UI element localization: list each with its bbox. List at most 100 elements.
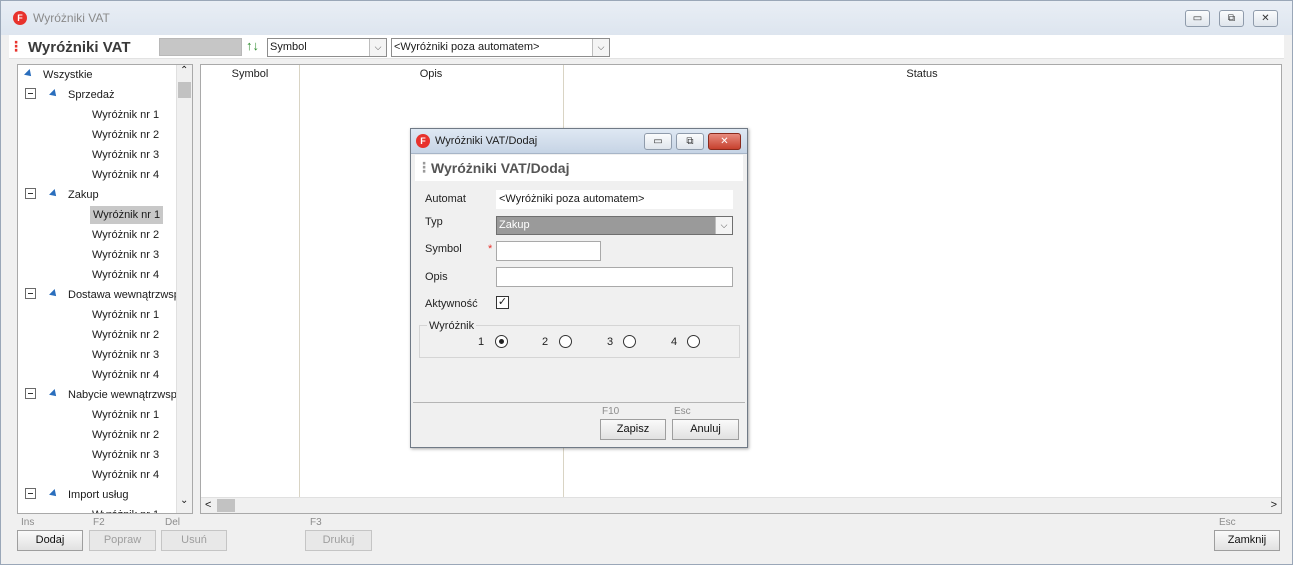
dialog-maximize-button[interactable]: ⧉ bbox=[676, 133, 704, 150]
wyroznik-option-label: 3 bbox=[607, 336, 614, 348]
chevron-down-icon: ⌵ bbox=[715, 217, 732, 234]
close-window-button[interactable]: Zamknij bbox=[1214, 530, 1280, 551]
scroll-left-icon[interactable]: < bbox=[205, 499, 211, 511]
minimize-button[interactable]: ▭ bbox=[1185, 10, 1210, 27]
tree-item[interactable]: Wyróżnik nr 1 bbox=[92, 406, 159, 424]
wyroznik-group-label: Wyróżnik bbox=[427, 320, 477, 332]
column-header-status[interactable]: Status bbox=[563, 65, 1281, 83]
filter-value: <Wyróżniki poza automatem> bbox=[394, 41, 540, 53]
close-button[interactable]: ✕ bbox=[1253, 10, 1278, 27]
tree-item[interactable]: Wyróżnik nr 1 bbox=[92, 106, 159, 124]
tree-scrollbar[interactable]: ⌃ ⌄ bbox=[176, 65, 192, 513]
tree-item[interactable]: Wyróżnik nr 2 bbox=[92, 126, 159, 144]
tree-item[interactable]: Wyróżnik nr 1 bbox=[92, 306, 159, 324]
edit-button[interactable]: Popraw bbox=[89, 530, 156, 551]
dialog-header: ⋮ Wyróżniki VAT/Dodaj bbox=[415, 155, 743, 181]
wyroznik-radio-4[interactable] bbox=[687, 335, 700, 348]
column-header-opis[interactable]: Opis bbox=[299, 65, 563, 83]
column-separator bbox=[299, 65, 300, 497]
chevron-down-icon: ⌵ bbox=[369, 39, 386, 56]
print-button[interactable]: Drukuj bbox=[305, 530, 372, 551]
tree-item[interactable]: Wyróżnik nr 2 bbox=[92, 426, 159, 444]
wyroznik-radio-2[interactable] bbox=[559, 335, 572, 348]
expand-triangle-icon[interactable] bbox=[49, 289, 59, 299]
tree-group-zakup[interactable]: Zakup bbox=[68, 186, 99, 204]
tree-item[interactable]: Wyróżnik nr 4 bbox=[92, 366, 159, 384]
collapse-icon[interactable] bbox=[25, 88, 36, 99]
tree-item[interactable]: Wyróżnik nr 3 bbox=[92, 146, 159, 164]
grid-horizontal-scrollbar[interactable]: < > bbox=[201, 497, 1281, 513]
tree-item[interactable]: Wyróżnik nr 1 bbox=[92, 506, 159, 513]
expand-triangle-icon[interactable] bbox=[49, 489, 59, 499]
expand-triangle-icon[interactable] bbox=[49, 189, 59, 199]
shortcut-hint-del: Del bbox=[165, 517, 181, 528]
dialog-title: Wyróżniki VAT/Dodaj bbox=[435, 135, 538, 147]
restore-icon: ⧉ bbox=[686, 136, 694, 147]
dialog-close-button[interactable]: ✕ bbox=[708, 133, 741, 150]
wyroznik-radio-3[interactable] bbox=[623, 335, 636, 348]
opis-input[interactable] bbox=[496, 267, 733, 287]
aktywnosc-label: Aktywność bbox=[425, 298, 478, 310]
tree-item[interactable]: Wyróżnik nr 3 bbox=[92, 246, 159, 264]
scroll-up-icon[interactable]: ⌃ bbox=[180, 65, 188, 76]
filter-select[interactable]: <Wyróżniki poza automatem> ⌵ bbox=[391, 38, 610, 57]
collapse-icon[interactable] bbox=[25, 388, 36, 399]
checkmark-icon: ✓ bbox=[497, 296, 508, 308]
dialog-divider bbox=[413, 402, 745, 403]
shortcut-hint-ins: Ins bbox=[21, 517, 35, 528]
drag-handle-icon: ⋮ bbox=[417, 159, 431, 175]
save-button[interactable]: Zapisz bbox=[600, 419, 666, 440]
sort-field-select[interactable]: Symbol ⌵ bbox=[267, 38, 387, 57]
sort-direction-icon[interactable]: ↑↓ bbox=[246, 38, 259, 53]
header-bar: ⋮ Wyróżniki VAT ↑↓ Symbol ⌵ <Wyróżniki p… bbox=[9, 35, 1284, 59]
scrollbar-thumb[interactable] bbox=[217, 499, 235, 512]
expand-triangle-icon[interactable] bbox=[49, 389, 59, 399]
column-header-symbol[interactable]: Symbol bbox=[201, 65, 299, 83]
category-tree[interactable]: Wszystkie Sprzedaż Wyróżnik nr 1 Wyróżni… bbox=[17, 64, 193, 514]
typ-value: Zakup bbox=[499, 219, 530, 231]
tree-item[interactable]: Wyróżnik nr 3 bbox=[92, 446, 159, 464]
shortcut-hint-f10: F10 bbox=[602, 406, 620, 417]
window-title: Wyróżniki VAT bbox=[33, 11, 110, 25]
opis-label: Opis bbox=[425, 271, 448, 283]
title-bar: F Wyróżniki VAT ▭ ⧉ ✕ bbox=[1, 1, 1292, 35]
tree-item[interactable]: Wyróżnik nr 3 bbox=[92, 346, 159, 364]
tree-item[interactable]: Wyróżnik nr 2 bbox=[92, 226, 159, 244]
maximize-button[interactable]: ⧉ bbox=[1219, 10, 1244, 27]
expand-triangle-icon[interactable] bbox=[24, 69, 34, 79]
app-logo-icon: F bbox=[13, 11, 27, 25]
dialog-minimize-button[interactable]: ▭ bbox=[644, 133, 672, 150]
sort-field-value: Symbol bbox=[270, 41, 307, 53]
wyroznik-radio-1[interactable] bbox=[495, 335, 508, 348]
collapse-icon[interactable] bbox=[25, 188, 36, 199]
automat-value: <Wyróżniki poza automatem> bbox=[496, 190, 733, 209]
symbol-input[interactable] bbox=[496, 241, 601, 261]
wyroznik-option-label: 4 bbox=[671, 336, 678, 348]
tree-item[interactable]: Wyróżnik nr 4 bbox=[92, 266, 159, 284]
collapse-icon[interactable] bbox=[25, 288, 36, 299]
tree-root-label[interactable]: Wszystkie bbox=[43, 66, 93, 84]
expand-triangle-icon[interactable] bbox=[49, 89, 59, 99]
aktywnosc-checkbox[interactable]: ✓ bbox=[496, 296, 509, 309]
add-button[interactable]: Dodaj bbox=[17, 530, 83, 551]
tree-group-nabycie[interactable]: Nabycie wewnątrzwsp bbox=[68, 386, 177, 404]
typ-select[interactable]: Zakup ⌵ bbox=[496, 216, 733, 235]
tree-item-selected[interactable]: Wyróżnik nr 1 bbox=[90, 206, 164, 224]
page-title: Wyróżniki VAT bbox=[28, 39, 131, 56]
shortcut-hint-f3: F3 bbox=[310, 517, 322, 528]
tree-group-dostawa[interactable]: Dostawa wewnątrzwsp bbox=[68, 286, 180, 304]
search-input[interactable] bbox=[159, 38, 242, 56]
tree-group-import[interactable]: Import usług bbox=[68, 486, 129, 504]
scrollbar-thumb[interactable] bbox=[178, 82, 191, 98]
tree-item[interactable]: Wyróżnik nr 4 bbox=[92, 466, 159, 484]
delete-button[interactable]: Usuń bbox=[161, 530, 227, 551]
drag-handle-icon: ⋮ bbox=[9, 38, 23, 54]
app-logo-icon: F bbox=[416, 134, 430, 148]
scroll-right-icon[interactable]: > bbox=[1271, 499, 1277, 511]
scroll-down-icon[interactable]: ⌄ bbox=[180, 495, 188, 506]
cancel-button[interactable]: Anuluj bbox=[672, 419, 739, 440]
tree-group-sprzedaz[interactable]: Sprzedaż bbox=[68, 86, 114, 104]
collapse-icon[interactable] bbox=[25, 488, 36, 499]
tree-item[interactable]: Wyróżnik nr 4 bbox=[92, 166, 159, 184]
tree-item[interactable]: Wyróżnik nr 2 bbox=[92, 326, 159, 344]
